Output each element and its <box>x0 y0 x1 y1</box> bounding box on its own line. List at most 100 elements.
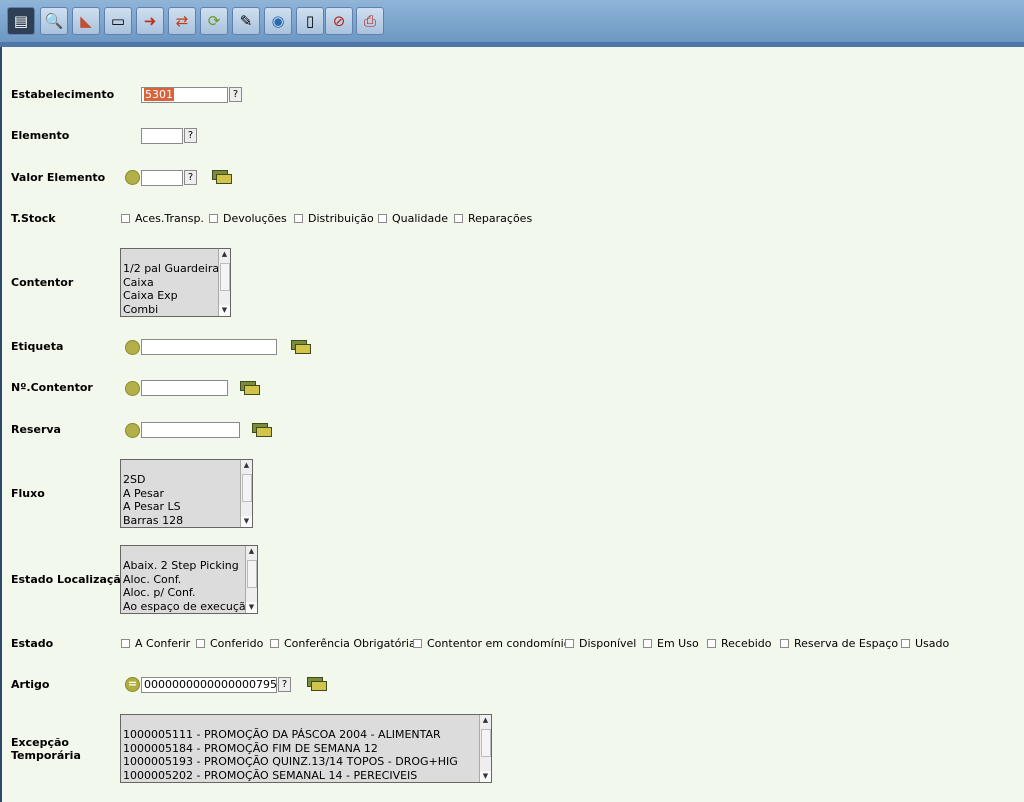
estado-option-label: Conferência Obrigatória <box>284 637 416 650</box>
combine-icon[interactable] <box>240 380 260 396</box>
list-item[interactable]: 2SD <box>123 473 183 487</box>
n-contentor-input[interactable] <box>141 380 228 396</box>
search-doc-glyph: 🔍 <box>44 11 64 30</box>
equals-operator-icon[interactable]: = <box>125 677 140 692</box>
etiqueta-input[interactable] <box>141 339 277 355</box>
estado-checkbox-disponivel[interactable]: Disponível <box>565 637 636 650</box>
tag-icon[interactable]: ◣ <box>72 7 100 35</box>
reserva-input[interactable] <box>141 422 240 438</box>
list-item[interactable]: Barras 128 <box>123 514 183 528</box>
estado-checkbox-em-uso[interactable]: Em Uso <box>643 637 699 650</box>
window-icon[interactable]: ▭ <box>104 7 132 35</box>
scrollbar[interactable]: ▲ ▼ <box>245 546 257 613</box>
list-item[interactable]: 1000005111 - PROMOÇÃO DA PÁSCOA 2004 - A… <box>123 728 458 742</box>
tstock-checkbox-devolucoes[interactable]: Devoluções <box>209 212 287 225</box>
operator-icon[interactable] <box>125 340 140 355</box>
operator-icon[interactable] <box>125 170 140 185</box>
estado-option-label: Recebido <box>721 637 772 650</box>
estado-checkbox-a-conferir[interactable]: A Conferir <box>121 637 190 650</box>
estado-localizacao-items: Abaix. 2 Step Picking Aloc. Conf. Aloc. … <box>123 559 252 613</box>
scrollbar[interactable]: ▲ ▼ <box>240 460 252 527</box>
refresh-glyph: ⟳ <box>207 11 221 30</box>
console-glyph: ▤ <box>13 11 29 30</box>
estado-checkbox-conferido[interactable]: Conferido <box>196 637 263 650</box>
scrollbar[interactable]: ▲ ▼ <box>218 249 230 316</box>
list-item[interactable]: Combi <box>123 303 225 317</box>
estado-option-label: Em Uso <box>657 637 699 650</box>
list-item[interactable]: 1000005184 - PROMOÇÃO FIM DE SEMANA 12 <box>123 742 458 756</box>
contentor-listbox[interactable]: 1/2 pal Guardeiras Caixa Caixa Exp Combi… <box>120 248 231 317</box>
scroll-down-icon[interactable]: ▼ <box>241 516 252 527</box>
scroll-up-icon[interactable]: ▲ <box>241 460 252 471</box>
transfer-icon[interactable]: ⇄ <box>168 7 196 35</box>
combine-icon[interactable] <box>307 676 327 692</box>
scroll-up-icon[interactable]: ▲ <box>480 715 491 726</box>
refresh-icon[interactable]: ⟳ <box>200 7 228 35</box>
list-item[interactable]: Abaix. 2 Step Picking <box>123 559 252 573</box>
print-icon[interactable]: ⎙ <box>356 7 384 35</box>
valor-elemento-help-button[interactable]: ? <box>184 170 197 185</box>
combine-icon[interactable] <box>212 169 232 185</box>
scroll-up-icon[interactable]: ▲ <box>219 249 230 260</box>
scroll-down-icon[interactable]: ▼ <box>246 602 257 613</box>
elemento-help-button[interactable]: ? <box>184 128 197 143</box>
label-contentor: Contentor <box>11 276 74 289</box>
label-estado: Estado <box>11 637 54 650</box>
fluxo-listbox[interactable]: 2SD A Pesar A Pesar LS Barras 128 ▲ ▼ <box>120 459 253 528</box>
scroll-down-icon[interactable]: ▼ <box>219 305 230 316</box>
estado-option-label: A Conferir <box>135 637 191 650</box>
web-icon[interactable]: ◉ <box>264 7 292 35</box>
label-fluxo: Fluxo <box>11 487 45 500</box>
export-icon[interactable]: ➜ <box>136 7 164 35</box>
scroll-down-icon[interactable]: ▼ <box>480 771 491 782</box>
estado-option-label: Conferido <box>210 637 264 650</box>
list-item[interactable]: A Pesar <box>123 487 183 501</box>
estabelecimento-help-button[interactable]: ? <box>229 87 242 102</box>
estado-checkbox-reserva-espaco[interactable]: Reserva de Espaço <box>780 637 898 650</box>
scrollbar[interactable]: ▲ ▼ <box>479 715 491 782</box>
tag-glyph: ◣ <box>80 11 92 30</box>
combine-icon[interactable] <box>252 422 272 438</box>
tstock-checkbox-distribuicao[interactable]: Distribuição <box>294 212 374 225</box>
edit-icon[interactable]: ✎ <box>232 7 260 35</box>
fluxo-items: 2SD A Pesar A Pesar LS Barras 128 <box>123 473 183 527</box>
list-item[interactable]: Caixa Exp <box>123 289 225 303</box>
tstock-checkbox-qualidade[interactable]: Qualidade <box>378 212 448 225</box>
estado-localizacao-listbox[interactable]: Abaix. 2 Step Picking Aloc. Conf. Aloc. … <box>120 545 258 614</box>
estado-checkbox-conferencia-obrigatoria[interactable]: Conferência Obrigatória <box>270 637 416 650</box>
list-item[interactable]: 1/2 pal Guardeiras <box>123 262 225 276</box>
operator-icon[interactable] <box>125 423 140 438</box>
list-item[interactable]: A Pesar LS <box>123 500 183 514</box>
operator-icon[interactable] <box>125 381 140 396</box>
combine-icon[interactable] <box>291 339 311 355</box>
list-item[interactable]: Caixa <box>123 276 225 290</box>
estado-checkbox-usado[interactable]: Usado <box>901 637 949 650</box>
device-glyph: ▯ <box>305 11 315 30</box>
valor-elemento-input[interactable] <box>141 170 183 186</box>
tstock-option-label: Qualidade <box>392 212 448 225</box>
label-excepcao-1: Excepção <box>11 736 69 749</box>
label-tstock: T.Stock <box>11 212 56 225</box>
label-valor-elemento: Valor Elemento <box>11 171 106 184</box>
tstock-option-label: Reparações <box>468 212 533 225</box>
list-item[interactable]: 1000005193 - PROMOÇÃO QUINZ.13/14 TOPOS … <box>123 755 458 769</box>
list-item[interactable]: Ao espaço de execução <box>123 600 252 614</box>
tstock-checkbox-reparacoes[interactable]: Reparações <box>454 212 532 225</box>
list-item[interactable]: Aloc. p/ Conf. <box>123 586 252 600</box>
console-icon[interactable]: ▤ <box>7 7 35 35</box>
list-item[interactable]: 1000005202 - PROMOÇÃO SEMANAL 14 - PEREC… <box>123 769 458 783</box>
stop-icon[interactable]: ⊘ <box>325 7 353 35</box>
estado-checkbox-contentor-condominio[interactable]: Contentor em condomínio <box>413 637 570 650</box>
scroll-up-icon[interactable]: ▲ <box>246 546 257 557</box>
tstock-checkbox-aces-transp[interactable]: Aces.Transp. <box>121 212 204 225</box>
artigo-input[interactable]: 0000000000000000795 <box>141 677 277 693</box>
list-item[interactable]: Aloc. Conf. <box>123 573 252 587</box>
search-doc-icon[interactable]: 🔍 <box>40 7 68 35</box>
artigo-help-button[interactable]: ? <box>278 677 291 692</box>
excepcao-listbox[interactable]: 1000005111 - PROMOÇÃO DA PÁSCOA 2004 - A… <box>120 714 492 783</box>
estabelecimento-input[interactable]: 5301 <box>141 87 228 103</box>
device-icon[interactable]: ▯ <box>296 7 324 35</box>
estabelecimento-value: 5301 <box>144 88 174 101</box>
estado-checkbox-recebido[interactable]: Recebido <box>707 637 771 650</box>
elemento-input[interactable] <box>141 128 183 144</box>
